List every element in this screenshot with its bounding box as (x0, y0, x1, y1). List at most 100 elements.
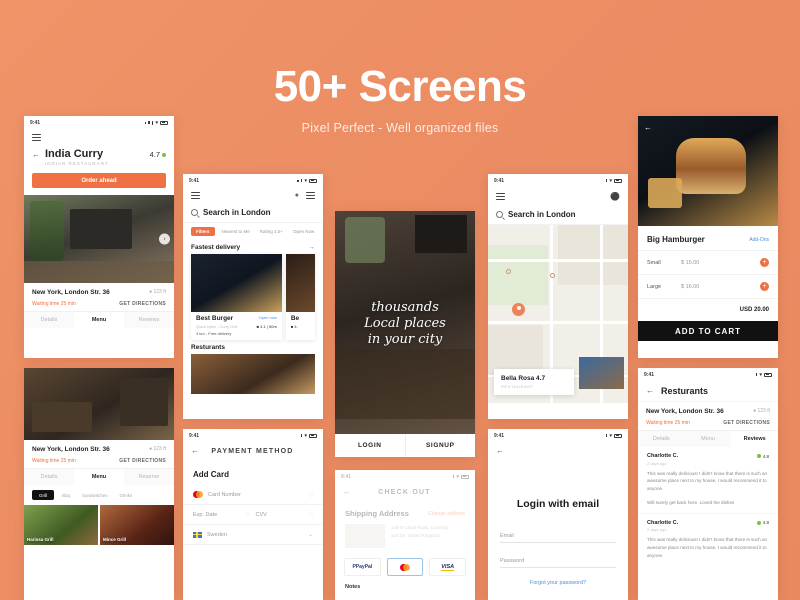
reviewer-name: Charlotte C. (647, 519, 679, 526)
restaurant-photo[interactable] (191, 354, 315, 394)
forgot-password-link[interactable]: Forgot your password? (488, 580, 628, 586)
restaurant-address: New York, London Str. 36 (32, 446, 110, 453)
cvv-field[interactable]: CVV (256, 512, 303, 518)
mastercard-option[interactable] (386, 558, 424, 576)
paypal-option[interactable]: P PayPal (344, 558, 381, 576)
tab-reserve[interactable]: Reserve (124, 469, 174, 485)
tab-reviews[interactable]: Reviews (731, 431, 778, 447)
password-field[interactable]: Password (500, 553, 616, 568)
exp-cvv-row[interactable]: Exp. Date ⓘ CVV ⓘ (183, 505, 323, 525)
tab-menu[interactable]: Menu (685, 431, 732, 447)
search-input[interactable]: Search in London (203, 208, 271, 217)
add-ons-link[interactable]: Add-Ons (749, 237, 769, 243)
rating-dot-icon (756, 454, 761, 458)
option-price: $ 15.00 (681, 259, 700, 266)
rating-badge: 4.7 (150, 150, 166, 159)
search-bar[interactable]: Search in London (488, 206, 628, 225)
list-view-icon[interactable] (306, 192, 315, 199)
login-button[interactable]: LOGIN (335, 434, 405, 457)
battery-icon (160, 120, 168, 125)
country-select[interactable]: Sweden ⌄ (183, 525, 323, 545)
back-arrow-icon[interactable]: ← (343, 488, 351, 496)
category-drinks[interactable]: Drinks (116, 491, 137, 500)
map-view[interactable]: Bella Rosa 4.7 RESTAURANT (488, 225, 628, 403)
back-arrow-icon[interactable]: ← (496, 447, 504, 455)
category-grill[interactable]: Grill (32, 490, 54, 500)
add-to-cart-button[interactable]: ADD TO CART (638, 321, 778, 341)
battery-icon (614, 178, 622, 183)
country-label: Sweden (207, 531, 227, 538)
microphone-icon[interactable]: ⚫ (610, 192, 620, 201)
tab-details[interactable]: Details (638, 431, 685, 447)
distance-label: ● 123 ft (753, 408, 770, 414)
back-arrow-icon[interactable]: ← (644, 124, 652, 132)
next-photo-button[interactable]: › (159, 233, 170, 245)
get-directions-button[interactable]: GET DIRECTIONS (723, 420, 770, 426)
category-bbq[interactable]: Bbq (58, 491, 74, 500)
food-item[interactable]: Harissa Grill (24, 505, 98, 545)
battery-icon (309, 433, 317, 438)
restaurant-card[interactable]: Best Burger Open now Quick bites - Curry… (191, 254, 282, 340)
screen-onboarding: thousands Local places in your city LOGI… (335, 211, 475, 457)
chevron-down-icon[interactable]: ⌄ (308, 531, 313, 538)
restaurant-address: New York, London Str. 36 (646, 408, 724, 415)
map-pin-icon[interactable] (512, 303, 525, 316)
back-arrow-icon[interactable]: ← (32, 151, 40, 159)
card-rating: ■ 4. (290, 324, 298, 329)
card-rating: ■ 4.1 | 50m (256, 324, 277, 329)
arrow-right-icon[interactable]: → (308, 244, 315, 251)
map-place-card[interactable]: Bella Rosa 4.7 RESTAURANT (494, 369, 574, 395)
info-icon: ⓘ (307, 512, 313, 518)
food-item[interactable]: Mince Grill (100, 505, 174, 545)
visa-option[interactable]: VISA (429, 558, 467, 576)
email-field[interactable]: Email (500, 528, 616, 543)
tab-menu[interactable]: Menu (74, 469, 124, 485)
place-thumbnail[interactable] (579, 357, 624, 389)
person-icon[interactable]: ● (295, 192, 299, 199)
search-input[interactable]: Search in London (508, 210, 576, 219)
screen-restaurant-menu: New York, London Str. 36 ● 123 ft Waitin… (24, 368, 174, 600)
tagline-line-2: Local places (364, 315, 446, 331)
add-small-button[interactable]: + (760, 258, 769, 267)
hamburger-icon[interactable] (496, 193, 505, 200)
tab-details[interactable]: Details (24, 469, 74, 485)
filter-chips: Filters Nearest to Me Rating 3.5+ Open N… (183, 223, 323, 240)
section-title: Fastest delivery (191, 244, 241, 251)
status-icons: ▾ (452, 474, 469, 480)
tab-menu[interactable]: Menu (74, 312, 124, 328)
hamburger-icon[interactable] (191, 192, 200, 199)
card-desc: Quick bites - Curry Grill (196, 323, 238, 329)
screen-title: PAYMENT METHOD (211, 447, 294, 455)
hamburger-icon[interactable] (32, 134, 41, 141)
option-row-small[interactable]: Small $ 15.00 + (638, 251, 778, 275)
order-ahead-button[interactable]: Order ahead (32, 173, 166, 188)
status-time: 9:41 (494, 177, 505, 184)
visa-label: VISA (441, 563, 455, 571)
chip-open-now[interactable]: Open Now (290, 227, 317, 236)
back-arrow-icon[interactable]: ← (646, 387, 654, 395)
signup-button[interactable]: SIGNUP (406, 434, 476, 457)
change-address-button[interactable]: Change address (428, 511, 465, 517)
tab-reviews[interactable]: Reviews (124, 312, 174, 328)
chip-nearest[interactable]: Nearest to Me (219, 227, 253, 236)
chip-filters[interactable]: Filters (191, 227, 215, 236)
signal-icon (755, 373, 758, 376)
category-sandwitches[interactable]: Sandwitches (78, 491, 112, 500)
wifi-icon: ▾ (759, 371, 762, 378)
chip-rating[interactable]: Rating 3.5+ (257, 227, 286, 236)
mastercard-icon (400, 563, 410, 571)
get-directions-button[interactable]: GET DIRECTIONS (119, 301, 166, 307)
search-bar[interactable]: Search in London (183, 204, 323, 223)
restaurant-card[interactable]: Be ■ 4. (285, 254, 315, 340)
status-bar: 9:41 ▾ (488, 174, 628, 187)
get-directions-button[interactable]: GET DIRECTIONS (119, 458, 166, 464)
page-title: 50+ Screens (273, 62, 527, 111)
section-resturants: Resturants (183, 340, 323, 354)
card-number-field[interactable]: Card Number ⓘ (183, 485, 323, 505)
option-row-large[interactable]: Large $ 16.00 + (638, 275, 778, 299)
exp-date-field[interactable]: Exp. Date (193, 512, 240, 518)
tab-details[interactable]: Details (24, 312, 74, 328)
add-large-button[interactable]: + (760, 282, 769, 291)
signal-icon (300, 434, 303, 437)
back-arrow-icon[interactable]: ← (191, 447, 199, 455)
